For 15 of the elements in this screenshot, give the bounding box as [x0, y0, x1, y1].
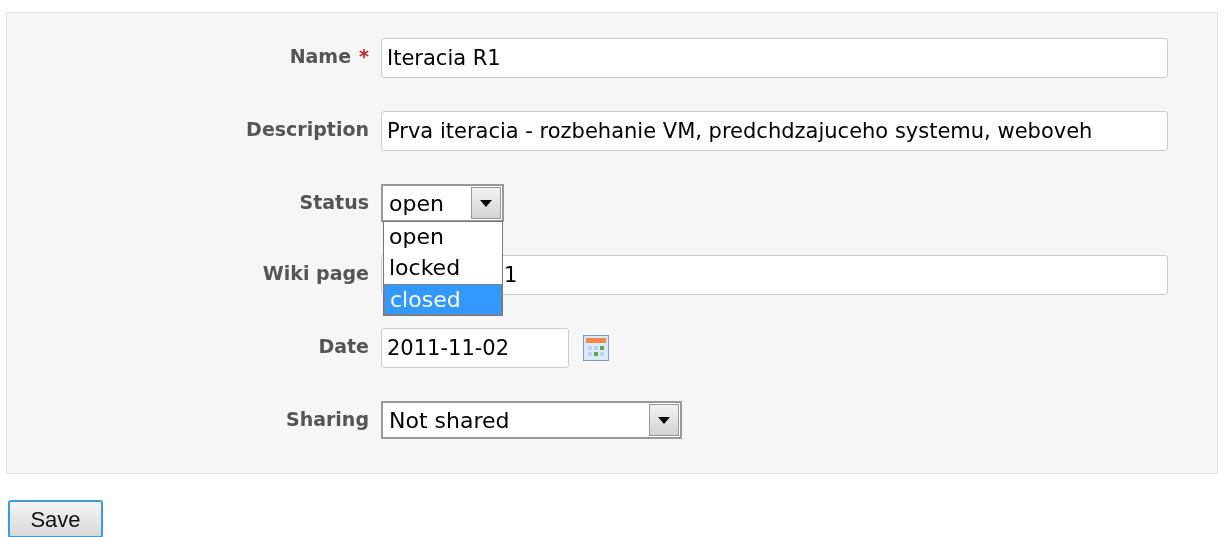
dropdown-option[interactable]: open: [384, 222, 502, 253]
save-button[interactable]: Save: [8, 500, 103, 537]
text-field[interactable]: Prva iteracia - rozbehanie VM, predchdzajuceho systemu, weboveh: [381, 111, 1168, 151]
date-field[interactable]: 2011-11-02: [381, 328, 569, 368]
dropdown-option[interactable]: locked: [384, 253, 502, 284]
required-mark: *: [359, 44, 369, 69]
select-field[interactable]: open: [381, 184, 504, 222]
field-label: Sharing: [285, 407, 369, 432]
field-label: Date: [318, 334, 369, 359]
field-label: Status: [299, 190, 369, 215]
field-label: Description: [246, 117, 369, 142]
field-label: Wiki page: [262, 261, 369, 286]
field-label: Name: [289, 44, 352, 69]
select-field[interactable]: Not shared: [381, 401, 682, 439]
text-field[interactable]: Iteracia R1: [381, 38, 1168, 78]
